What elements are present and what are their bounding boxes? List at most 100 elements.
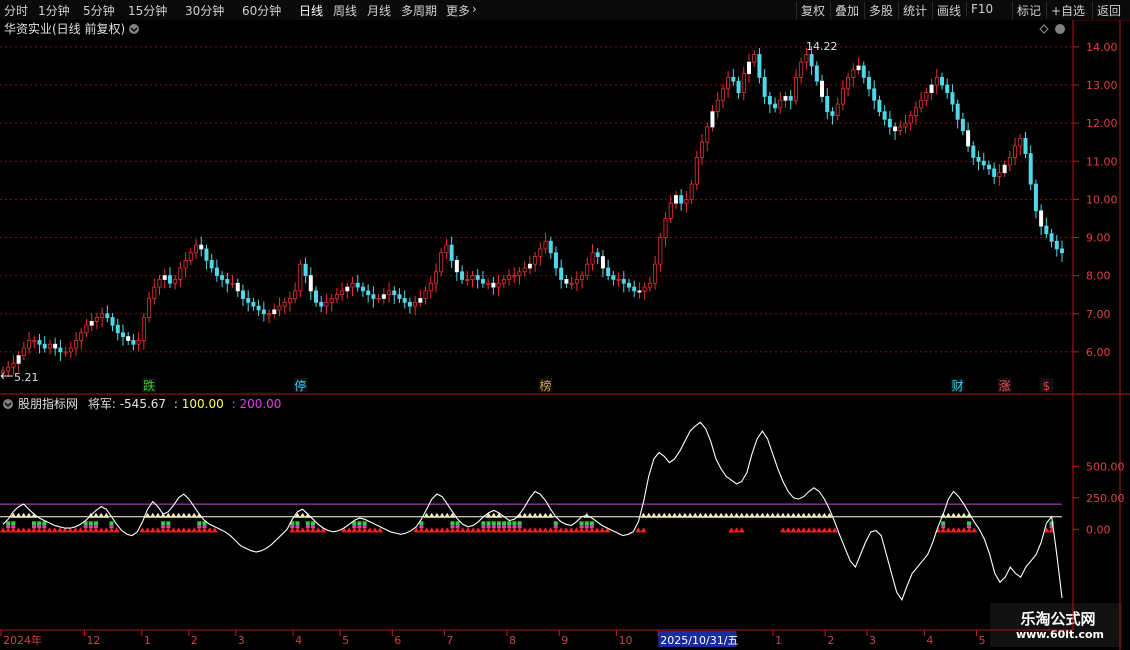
signal-light-marker-138	[712, 512, 719, 518]
candle-body-47	[246, 298, 251, 303]
indicator-y-ticks: 0.00 250.00 500.00	[1073, 460, 1125, 536]
signal-green-marker-38	[197, 521, 202, 526]
signal-red-marker-123	[635, 527, 642, 533]
candle-body-69	[360, 286, 365, 292]
toolbar-button-7[interactable]: +自选	[1046, 2, 1085, 19]
signal-light-marker-105	[542, 512, 549, 518]
toolbar-button-1[interactable]: 叠加	[830, 2, 859, 19]
candle-body-24	[126, 336, 131, 341]
candle-body-66	[345, 286, 350, 292]
signal-red-marker-1	[5, 527, 12, 533]
period-tab-5[interactable]: 60分钟	[242, 2, 281, 19]
candle-body-123	[642, 286, 647, 292]
period-tab-8[interactable]: 月线	[367, 2, 391, 19]
signal-red-marker-67	[346, 527, 353, 533]
candle-body-200	[1044, 225, 1049, 235]
candle-body-89	[465, 279, 470, 282]
candle-body-63	[329, 298, 334, 303]
candle-body-172	[898, 126, 903, 132]
candle-body-39	[204, 248, 209, 261]
toolbar-button-8[interactable]: 返回	[1092, 2, 1121, 19]
signal-red-marker-185	[955, 527, 962, 533]
signal-light-marker-106	[547, 512, 554, 518]
indicator-value2: 100.00	[182, 397, 224, 411]
marker-text-3: 财	[952, 379, 964, 393]
candle-body-93	[486, 282, 491, 285]
indicator-value1: -545.67	[120, 397, 166, 411]
signal-light-marker-136	[702, 512, 709, 518]
price-tick-label-6: 12.00	[1086, 117, 1118, 130]
candle-body-5	[27, 340, 32, 349]
toolbar-button-4[interactable]: 画线	[932, 2, 961, 19]
toolbar-button-3[interactable]: 统计	[898, 2, 927, 19]
indicator-menu-icon[interactable]	[3, 399, 13, 409]
signal-light-marker-129	[666, 512, 673, 518]
candle-body-189	[986, 164, 991, 170]
candle-body-104	[543, 240, 548, 250]
candle-body-144	[752, 54, 757, 63]
time-label-6: 5	[342, 634, 349, 647]
period-tab-6[interactable]: 日线	[299, 2, 323, 19]
period-tab-10[interactable]: 更多	[446, 2, 470, 19]
candle-body-10	[53, 343, 58, 349]
candle-body-130	[679, 195, 684, 204]
signal-light-marker-159	[821, 512, 828, 518]
period-tab-2[interactable]: 5分钟	[83, 2, 115, 19]
candle-body-133	[694, 157, 699, 185]
toolbar-button-2[interactable]: 多股	[864, 2, 893, 19]
candle-body-22	[115, 324, 120, 334]
candle-body-38	[199, 244, 204, 250]
indicator-name: 股朋指标网	[18, 396, 78, 411]
candle-body-158	[825, 96, 830, 113]
period-tab-0[interactable]: 分时	[4, 2, 28, 19]
marker-text-4: 涨	[999, 378, 1011, 393]
candle-body-75	[392, 290, 397, 296]
candle-body-92	[480, 279, 485, 284]
candle-body-85	[444, 244, 449, 254]
signal-red-marker-19	[98, 527, 105, 533]
candle-body-112	[585, 263, 590, 277]
candle-body-160	[835, 103, 840, 116]
signal-red-marker-69	[356, 527, 363, 533]
candle-body-81	[423, 290, 428, 299]
period-tab-4[interactable]: 30分钟	[185, 2, 224, 19]
candle-body-73	[381, 294, 386, 299]
toolbar-button-0[interactable]: 复权	[796, 2, 825, 19]
candle-body-2	[11, 362, 16, 368]
candle-body-188	[981, 160, 986, 166]
signal-light-marker-18	[92, 512, 99, 518]
signal-light-marker-126	[650, 512, 657, 518]
signal-light-marker-146	[754, 512, 761, 518]
price-panel-bg	[0, 20, 1073, 394]
candle-body-125	[653, 263, 658, 284]
signal-red-marker-38	[196, 527, 203, 533]
candle-body-108	[564, 279, 569, 284]
signal-green-marker-31	[161, 521, 166, 526]
signal-light-marker-101	[521, 512, 528, 518]
indicator-value2-prefix: :	[174, 397, 178, 411]
settings-icon[interactable]	[1055, 24, 1065, 34]
signal-red-marker-184	[950, 527, 957, 533]
signal-light-marker-185	[955, 512, 962, 518]
title-menu-icon[interactable]	[129, 24, 139, 34]
candle-body-116	[606, 267, 611, 277]
toolbar-button-6[interactable]: 标记	[1012, 2, 1041, 19]
chevron-right-icon[interactable]: ›	[472, 2, 477, 16]
candle-body-7	[37, 340, 42, 345]
period-tab-3[interactable]: 15分钟	[128, 2, 167, 19]
signal-red-marker-35	[180, 527, 187, 533]
candle-body-36	[188, 252, 193, 261]
toolbar-button-5[interactable]: F10	[966, 2, 993, 16]
period-tab-9[interactable]: 多周期	[401, 2, 437, 19]
signal-light-marker-124	[640, 512, 647, 518]
time-label-4: 3	[238, 634, 245, 647]
candle-body-136	[710, 111, 715, 128]
period-tab-1[interactable]: 1分钟	[38, 2, 70, 19]
candle-body-174	[908, 115, 913, 124]
signal-red-marker-182	[940, 527, 947, 533]
candle-body-122	[637, 290, 642, 293]
candle-body-1	[6, 366, 11, 372]
period-tab-7[interactable]: 周线	[333, 2, 357, 19]
candle-body-118	[616, 279, 621, 282]
time-label-17: 5	[979, 634, 986, 647]
